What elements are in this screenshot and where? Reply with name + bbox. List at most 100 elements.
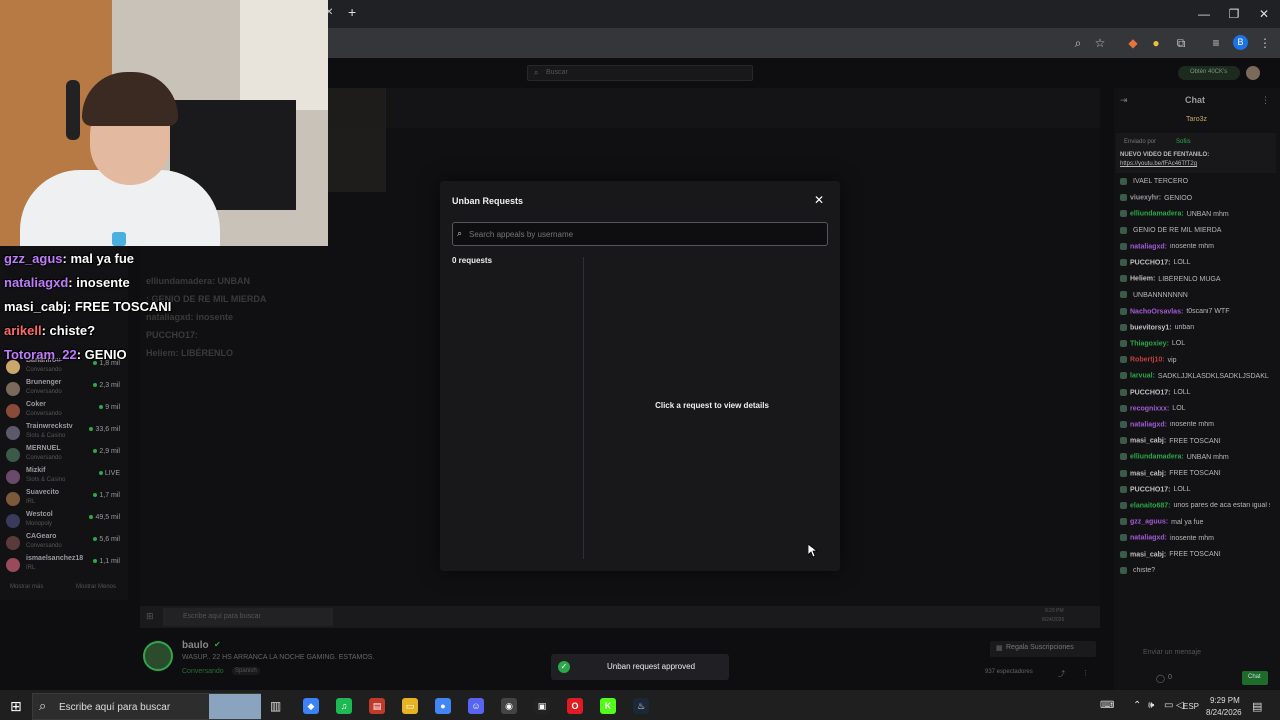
- profile-avatar[interactable]: B: [1233, 35, 1248, 50]
- overlay-chat-line: nataliagxd: inosente: [4, 275, 130, 290]
- notifications-icon[interactable]: ▤: [1252, 700, 1262, 713]
- channel-item[interactable]: Mizkif Slots & Casino LIVE: [6, 467, 124, 489]
- chat-username[interactable]: recognixxx:: [1130, 405, 1169, 412]
- clock-time[interactable]: 9:29 PM: [1210, 696, 1240, 705]
- speaker-icon[interactable]: 🕪: [1148, 700, 1154, 711]
- show-more-link[interactable]: Mostrar más: [10, 584, 43, 590]
- streamer-name[interactable]: baulo: [182, 640, 209, 651]
- top-search-bar[interactable]: ⌕ Buscar: [527, 65, 753, 81]
- chat-badge-icon: [1120, 259, 1127, 266]
- chat-settings-icon[interactable]: ⋮: [1261, 95, 1270, 106]
- chat-username[interactable]: PUCCHO17:: [1130, 486, 1170, 493]
- copilot-icon[interactable]: ◆: [303, 698, 319, 714]
- chat-username[interactable]: masi_cabj:: [1130, 470, 1166, 477]
- steam-icon[interactable]: ♨: [633, 698, 649, 714]
- chat-username[interactable]: elanaito687:: [1130, 502, 1170, 509]
- chat-username[interactable]: masi_cabj:: [1130, 551, 1166, 558]
- capcut-icon[interactable]: ▣: [534, 698, 550, 714]
- chat-username[interactable]: elliundamadera:: [1130, 454, 1184, 461]
- user-avatar[interactable]: [1246, 66, 1260, 80]
- chat-send-button[interactable]: Chat: [1242, 671, 1268, 685]
- media-control-icon[interactable]: ≡: [1208, 35, 1224, 51]
- share-icon[interactable]: ⤴: [1058, 669, 1065, 679]
- close-window-icon[interactable]: ✕: [1256, 6, 1272, 22]
- pinned-link[interactable]: https://youtu.be/fFAc46TfT2g: [1120, 161, 1197, 167]
- file-explorer-icon[interactable]: ▭: [402, 698, 418, 714]
- chat-message: nataliagxd: inosente mhm: [1120, 421, 1270, 428]
- overlay-chat-line: arikell: chiste?: [4, 323, 95, 338]
- chat-username[interactable]: nataliagxd:: [1130, 421, 1167, 428]
- chat-input[interactable]: Enviar un mensaje: [1143, 649, 1201, 656]
- chat-badge-icon: [1120, 178, 1127, 185]
- stream-category[interactable]: Conversando: [182, 668, 224, 675]
- new-tab-button[interactable]: +: [348, 4, 356, 20]
- channel-item[interactable]: MERNUEL Conversando 2,9 mil: [6, 445, 124, 467]
- chat-text: t0scani7 WTF: [1186, 307, 1230, 315]
- language-indicator[interactable]: ESP: [1183, 702, 1199, 711]
- channel-viewers: 1,7 mil: [93, 492, 120, 499]
- channel-avatar: [6, 360, 20, 374]
- minimize-icon[interactable]: —: [1196, 6, 1212, 22]
- collapse-chat-icon[interactable]: ⇥: [1120, 95, 1128, 106]
- chat-username[interactable]: buevitorsy1:: [1130, 324, 1172, 331]
- chat-username[interactable]: PUCCHO17:: [1130, 389, 1170, 396]
- zoom-icon[interactable]: ⌕: [1070, 35, 1086, 51]
- appeal-search-input[interactable]: [469, 227, 809, 242]
- taskbar-search-box[interactable]: ⌕ Escribe aquí para buscar: [32, 693, 261, 720]
- obs-icon[interactable]: ◉: [501, 698, 517, 714]
- chat-text: vip: [1167, 356, 1177, 364]
- windows-start-icon[interactable]: ⊞: [10, 698, 22, 715]
- channel-name: MERNUEL: [26, 445, 61, 452]
- close-icon[interactable]: ✕: [813, 194, 825, 206]
- chat-username[interactable]: NachoOrsavlas:: [1130, 308, 1183, 315]
- chat-username[interactable]: Heliem:: [1130, 276, 1155, 283]
- chat-username[interactable]: gzz_aguus:: [1130, 519, 1168, 526]
- show-less-link[interactable]: Mostrar Menos: [76, 584, 116, 590]
- opera-icon[interactable]: O: [567, 698, 583, 714]
- streamer-avatar[interactable]: [143, 641, 173, 671]
- channel-item[interactable]: Brunenger Conversando 2,3 mil: [6, 379, 124, 401]
- extensions-puzzle-icon[interactable]: ⧉: [1173, 35, 1189, 51]
- channel-item[interactable]: Suavecito IRL 1,7 mil: [6, 489, 124, 511]
- chat-username[interactable]: viuexyhr:: [1130, 195, 1161, 202]
- kick-icon[interactable]: K: [600, 698, 616, 714]
- browser-menu-icon[interactable]: ⋮: [1257, 35, 1273, 51]
- extension-fox-icon[interactable]: ◆: [1125, 35, 1141, 51]
- clock-date[interactable]: 8/24/2026: [1206, 708, 1242, 717]
- spotify-icon[interactable]: ♫: [336, 698, 352, 714]
- chat-username[interactable]: larvual:: [1130, 373, 1155, 380]
- earn-button[interactable]: Obtén 40CK's: [1178, 66, 1240, 80]
- channel-item[interactable]: Trainwreckstv Slots & Casino 33,6 mil: [6, 423, 124, 445]
- channel-name: Suavecito: [26, 489, 60, 496]
- chat-username[interactable]: masi_cabj:: [1130, 438, 1166, 445]
- stream-language-tag[interactable]: Spanish: [232, 667, 260, 675]
- channel-item[interactable]: ismaelsanchez18 IRL 1,1 mil: [6, 555, 124, 577]
- chat-username[interactable]: Robertj10:: [1130, 357, 1165, 364]
- network-icon[interactable]: ▭: [1164, 700, 1173, 711]
- chat-text: FREE TOSCANI: [1169, 437, 1221, 445]
- chat-username[interactable]: nataliagxd:: [1130, 535, 1167, 542]
- appeal-search-field[interactable]: ⌕: [452, 222, 828, 246]
- discord-icon[interactable]: ☺: [468, 698, 484, 714]
- task-view-icon[interactable]: ▥: [270, 699, 281, 713]
- channel-item[interactable]: Coker Conversando 9 mil: [6, 401, 124, 423]
- voice-mixer-icon[interactable]: ▤: [369, 698, 385, 714]
- chrome-icon[interactable]: ●: [435, 698, 451, 714]
- more-options-icon[interactable]: ⋮: [1082, 669, 1089, 677]
- channel-avatar: [6, 448, 20, 462]
- channel-item[interactable]: CAGearo Conversando 5,6 mil: [6, 533, 124, 555]
- chat-username[interactable]: Thiagoxiey:: [1130, 340, 1169, 347]
- chat-username[interactable]: elliundamadera:: [1130, 211, 1184, 218]
- gift-subs-button[interactable]: ▦ Regala Suscripciones: [990, 641, 1096, 657]
- keyboard-icon[interactable]: ⌨: [1100, 700, 1114, 711]
- restore-icon[interactable]: ❐: [1226, 6, 1242, 22]
- extension-color-icon[interactable]: ●: [1148, 35, 1164, 51]
- bookmark-star-icon[interactable]: ☆: [1092, 35, 1108, 51]
- channel-item[interactable]: Westcol Monopoly 49,5 mil: [6, 511, 124, 533]
- chat-username[interactable]: PUCCHO17:: [1130, 259, 1170, 266]
- channel-name: ismaelsanchez18: [26, 555, 84, 562]
- channel-viewers: 33,6 mil: [89, 426, 120, 433]
- tray-overflow-icon[interactable]: ⌃: [1133, 700, 1141, 711]
- chat-username[interactable]: nataliagxd:: [1130, 243, 1167, 250]
- chat-text: unos pares de aca estan igual si los rev…: [1173, 502, 1270, 510]
